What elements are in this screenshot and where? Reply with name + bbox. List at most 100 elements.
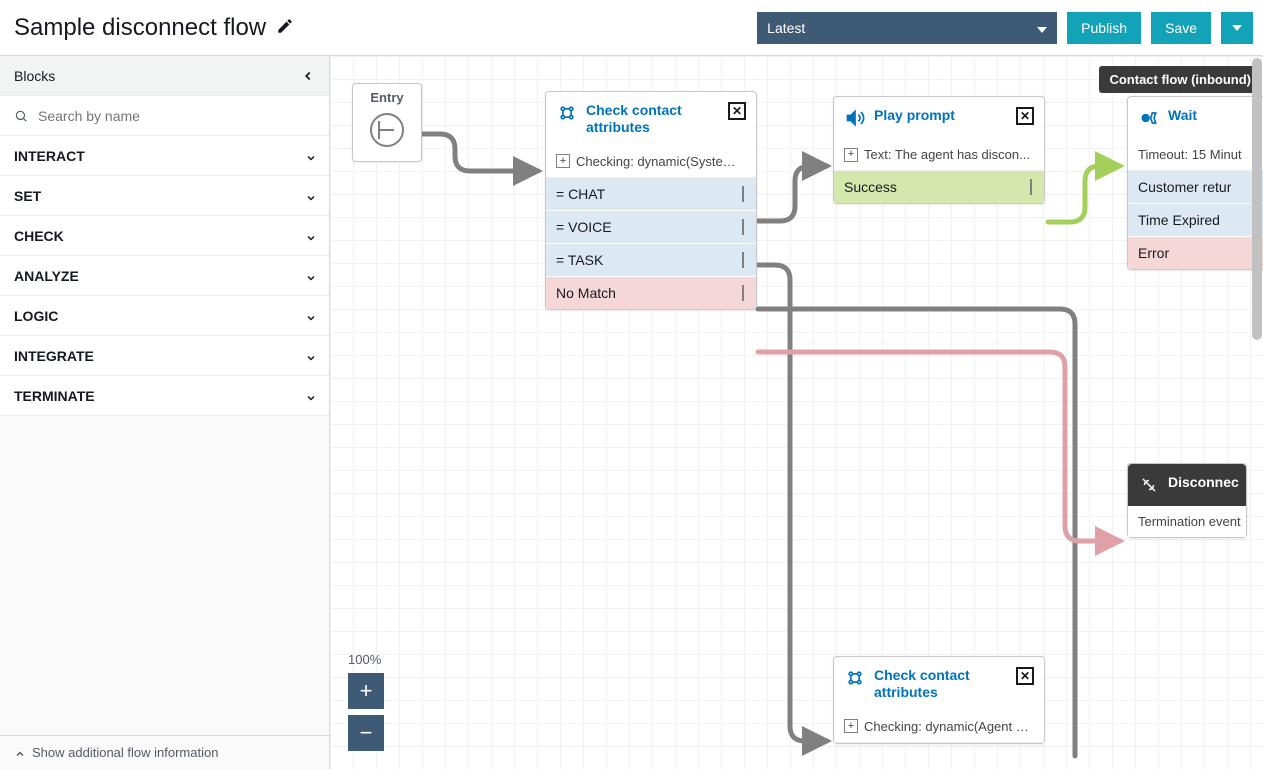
footer-label: Show additional flow information <box>32 745 218 760</box>
flow-type-badge: Contact flow (inbound) <box>1099 66 1261 93</box>
wait-node[interactable]: Wait Timeout: 15 Minut Customer retur Ti… <box>1127 96 1263 270</box>
collapse-sidebar-icon[interactable] <box>301 69 315 83</box>
output-port[interactable] <box>740 219 746 235</box>
save-dropdown-button[interactable] <box>1221 12 1253 44</box>
zoom-in-button[interactable]: + <box>348 673 384 709</box>
branch-label: Time Expired <box>1138 212 1220 228</box>
node-subtitle-row[interactable]: + Text: The agent has discon... <box>834 139 1044 171</box>
show-additional-info[interactable]: Show additional flow information <box>0 735 329 769</box>
branch-nomatch[interactable]: No Match <box>546 277 756 309</box>
output-port[interactable] <box>1028 179 1034 195</box>
chevron-up-icon <box>14 745 26 760</box>
node-header[interactable]: Check contact attributes ✕ <box>546 92 756 146</box>
node-subtitle-row[interactable]: Timeout: 15 Minut <box>1128 139 1263 171</box>
category-check[interactable]: CHECK <box>0 216 329 256</box>
category-label: SET <box>14 188 41 204</box>
sidebar-header: Blocks <box>0 56 329 96</box>
expand-icon[interactable]: + <box>844 148 858 162</box>
zoom-out-button[interactable]: − <box>348 715 384 751</box>
node-header[interactable]: Play prompt ✕ <box>834 97 1044 139</box>
close-node-icon[interactable]: ✕ <box>728 102 746 120</box>
node-subtitle-row: Termination event <box>1128 506 1246 537</box>
output-port[interactable] <box>740 186 746 202</box>
expand-icon[interactable]: + <box>556 154 570 168</box>
entry-node[interactable]: Entry <box>352 83 422 162</box>
branch-time-expired[interactable]: Time Expired <box>1128 204 1263 237</box>
branch-error[interactable]: Error <box>1128 237 1263 269</box>
node-title: Disconnec <box>1168 474 1239 491</box>
category-logic[interactable]: LOGIC <box>0 296 329 336</box>
branch-label: Error <box>1138 245 1169 261</box>
speaker-icon <box>844 107 866 129</box>
branch-task[interactable]: = TASK <box>546 244 756 277</box>
play-prompt-node[interactable]: Play prompt ✕ + Text: The agent has disc… <box>833 96 1045 204</box>
flow-title-text: Sample disconnect flow <box>14 14 266 42</box>
chevron-down-icon <box>305 191 315 201</box>
node-header[interactable]: Check contact attributes ✕ <box>834 657 1044 711</box>
branch-label: Success <box>844 179 897 195</box>
publish-button[interactable]: Publish <box>1067 12 1141 44</box>
check-contact-attributes-node[interactable]: Check contact attributes ✕ + Checking: d… <box>545 91 757 310</box>
category-analyze[interactable]: ANALYZE <box>0 256 329 296</box>
node-subtitle-row[interactable]: + Checking: dynamic(Agent >... <box>834 711 1044 743</box>
category-terminate[interactable]: TERMINATE <box>0 376 329 416</box>
entry-port-icon[interactable] <box>370 113 404 147</box>
node-subtitle: Text: The agent has discon... <box>864 147 1030 162</box>
category-interact[interactable]: INTERACT <box>0 136 329 176</box>
category-label: LOGIC <box>14 308 58 324</box>
search-row <box>0 96 329 136</box>
branch-chat[interactable]: = CHAT <box>546 178 756 211</box>
expand-icon[interactable]: + <box>844 719 858 733</box>
branch-success[interactable]: Success <box>834 171 1044 203</box>
blocks-sidebar: Blocks INTERACT SET CHECK <box>0 56 330 769</box>
version-label: Latest <box>767 20 805 36</box>
node-subtitle-row[interactable]: + Checking: dynamic(System ... <box>546 146 756 178</box>
node-title: Wait <box>1168 107 1256 124</box>
node-title: Play prompt <box>874 107 1008 124</box>
branch-voice[interactable]: = VOICE <box>546 211 756 244</box>
close-node-icon[interactable]: ✕ <box>1016 107 1034 125</box>
version-dropdown[interactable]: Latest <box>757 12 1057 44</box>
output-port[interactable] <box>740 252 746 268</box>
attributes-icon <box>556 102 578 124</box>
disconnect-icon <box>1138 474 1160 496</box>
category-label: ANALYZE <box>14 268 79 284</box>
output-port[interactable] <box>740 285 746 301</box>
chevron-down-icon <box>305 231 315 241</box>
category-label: INTEGRATE <box>14 348 94 364</box>
node-title: Check contact attributes <box>586 102 720 136</box>
chevron-down-icon <box>305 271 315 281</box>
page-title: Sample disconnect flow <box>10 14 294 42</box>
entry-label: Entry <box>370 90 403 105</box>
flow-canvas[interactable]: Contact flow (inbound) <box>330 56 1263 769</box>
chevron-down-icon <box>305 391 315 401</box>
check-contact-attributes-node-2[interactable]: Check contact attributes ✕ + Checking: d… <box>833 656 1045 744</box>
category-set[interactable]: SET <box>0 176 329 216</box>
branch-customer-return[interactable]: Customer retur <box>1128 171 1263 204</box>
edit-title-icon[interactable] <box>276 14 294 42</box>
search-input[interactable] <box>36 107 315 125</box>
wait-icon <box>1138 107 1160 129</box>
category-integrate[interactable]: INTEGRATE <box>0 336 329 376</box>
node-subtitle: Checking: dynamic(System ... <box>576 154 746 169</box>
chevron-down-icon <box>305 351 315 361</box>
chevron-down-icon <box>305 151 315 161</box>
node-title: Check contact attributes <box>874 667 1008 701</box>
node-header[interactable]: Wait <box>1128 97 1263 139</box>
category-label: INTERACT <box>14 148 85 164</box>
publish-label: Publish <box>1081 20 1127 36</box>
search-icon <box>14 109 28 123</box>
node-header[interactable]: Disconnec <box>1128 464 1246 506</box>
node-subtitle: Checking: dynamic(Agent >... <box>864 719 1034 734</box>
branch-label: No Match <box>556 285 616 301</box>
header-bar: Sample disconnect flow Latest Publish Sa… <box>0 0 1263 55</box>
disconnect-node[interactable]: Disconnec Termination event <box>1127 463 1247 538</box>
category-label: TERMINATE <box>14 388 95 404</box>
branch-label: Customer retur <box>1138 179 1231 195</box>
vertical-scrollbar[interactable] <box>1252 58 1262 340</box>
category-label: CHECK <box>14 228 64 244</box>
sidebar-title: Blocks <box>14 68 55 84</box>
save-button[interactable]: Save <box>1151 12 1211 44</box>
canvas-grid <box>330 56 1263 769</box>
close-node-icon[interactable]: ✕ <box>1016 667 1034 685</box>
